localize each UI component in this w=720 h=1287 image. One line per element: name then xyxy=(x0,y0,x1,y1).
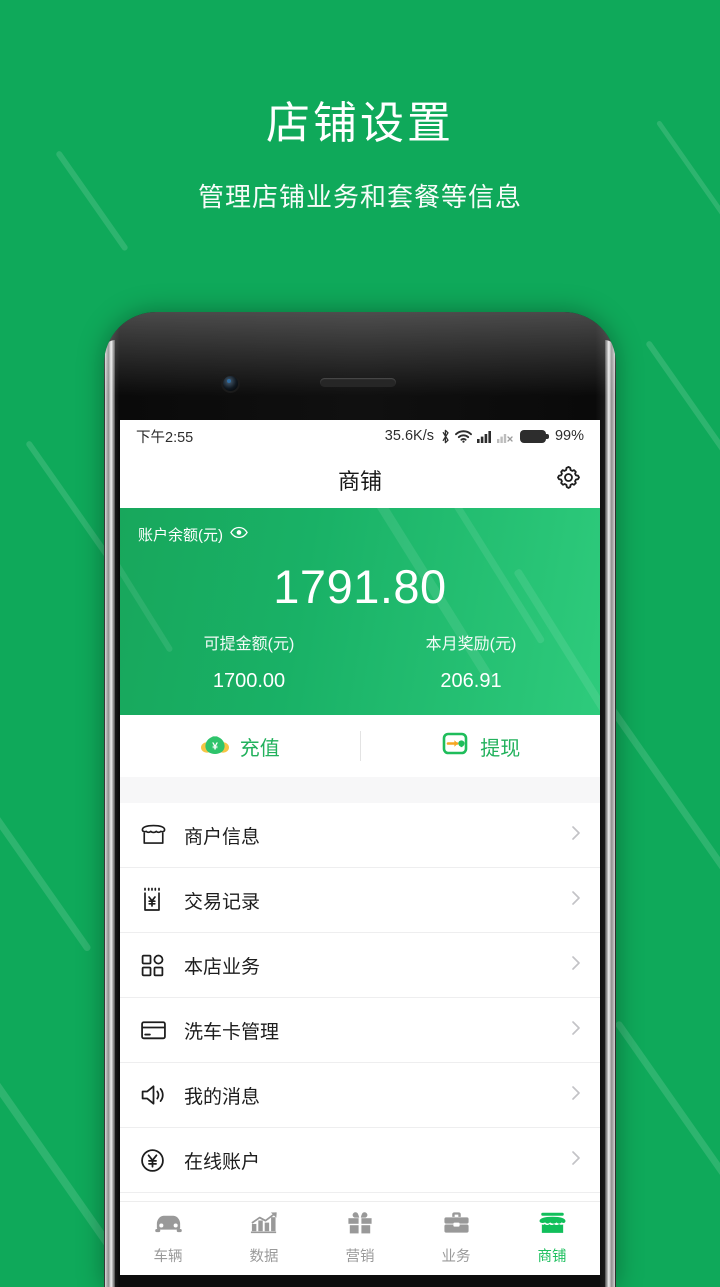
svg-text:¥: ¥ xyxy=(212,740,218,752)
tab-data[interactable]: 数据 xyxy=(216,1211,312,1266)
signal-icon xyxy=(476,430,492,443)
status-time: 下午2:55 xyxy=(136,429,194,446)
tab-label: 车辆 xyxy=(153,1249,183,1265)
monthly-reward-label: 本月奖励(元) xyxy=(425,636,517,653)
menu-label: 在线账户 xyxy=(184,1151,261,1173)
battery-percent: 99% xyxy=(554,428,584,444)
speaker-icon xyxy=(140,1083,170,1107)
gear-icon[interactable] xyxy=(555,464,582,496)
tab-shop[interactable]: 商铺 xyxy=(504,1211,600,1266)
chevron-right-icon xyxy=(570,1148,582,1173)
money-bag-icon: ¥ xyxy=(200,730,230,762)
recharge-label: 充值 xyxy=(239,737,280,760)
phone-bezel-left xyxy=(105,340,115,1287)
menu-item-online-account[interactable]: 在线账户 xyxy=(120,1128,600,1193)
recharge-button[interactable]: ¥ 充值 xyxy=(120,715,360,777)
front-camera-icon xyxy=(223,376,238,391)
hero-title: 店铺设置 xyxy=(266,99,454,148)
bottom-tab-bar: 车辆 数据 营销 业务 商铺 xyxy=(120,1201,600,1275)
briefcase-icon xyxy=(442,1211,471,1240)
chart-icon xyxy=(249,1211,280,1240)
chevron-right-icon xyxy=(570,953,582,978)
balance-header: 账户余额(元) xyxy=(138,524,582,545)
balance-amount: 1791.80 xyxy=(273,560,447,613)
menu-label: 交易记录 xyxy=(184,891,261,913)
monthly-reward-value: 206.91 xyxy=(440,670,502,692)
menu-item-transaction-records[interactable]: 交易记录 xyxy=(120,868,600,933)
car-icon xyxy=(153,1211,184,1240)
card-icon xyxy=(140,1019,170,1041)
network-speed-text: 35.6K/s xyxy=(384,428,434,444)
chevron-right-icon xyxy=(570,823,582,848)
grid-icon xyxy=(140,953,170,978)
eye-icon[interactable] xyxy=(230,526,248,543)
withdrawable-value: 1700.00 xyxy=(212,670,286,692)
page-title: 商铺 xyxy=(337,469,382,494)
signal-off-icon xyxy=(496,430,513,443)
battery-icon xyxy=(519,429,549,443)
app-bar: 商铺 xyxy=(120,452,600,508)
tab-label: 营销 xyxy=(345,1249,375,1265)
hero-text-block: 店铺设置 管理店铺业务和套餐等信息 xyxy=(0,96,720,214)
phone-bottom-chin xyxy=(120,1275,600,1287)
tab-business[interactable]: 业务 xyxy=(408,1211,504,1266)
section-gap xyxy=(120,777,600,803)
balance-label: 账户余额(元) xyxy=(138,527,223,544)
shop-icon xyxy=(140,823,170,847)
menu-item-store-business[interactable]: 本店业务 xyxy=(120,933,600,998)
chevron-right-icon xyxy=(570,1018,582,1043)
wallet-withdraw-icon xyxy=(440,730,470,762)
menu-label: 本店业务 xyxy=(184,956,261,978)
menu-item-wash-card-management[interactable]: 洗车卡管理 xyxy=(120,998,600,1063)
withdrawable-label: 可提金额(元) xyxy=(203,636,295,653)
bluetooth-icon xyxy=(441,429,450,444)
action-row: ¥ 充值 提现 xyxy=(120,715,600,777)
chevron-right-icon xyxy=(570,888,582,913)
balance-card: 账户余额(元) 1791.80 可提金额(元) 1700.00 本月奖励(元) … xyxy=(120,508,600,715)
phone-gloss xyxy=(104,312,616,432)
phone-screen: 下午2:55 35.6K/s 99% 商铺 账户余额(元) 1791.80 可提… xyxy=(120,420,600,1275)
tab-label: 业务 xyxy=(441,1249,471,1265)
wifi-icon xyxy=(455,429,472,443)
status-bar: 下午2:55 35.6K/s 99% xyxy=(120,420,600,452)
tab-vehicles[interactable]: 车辆 xyxy=(120,1211,216,1266)
yen-circle-icon xyxy=(140,1148,170,1173)
shop-icon xyxy=(537,1211,568,1240)
balance-column-monthly-reward: 本月奖励(元) 206.91 xyxy=(360,630,582,693)
tab-label: 数据 xyxy=(249,1249,279,1265)
balance-column-withdrawable: 可提金额(元) 1700.00 xyxy=(138,630,360,693)
chevron-right-icon xyxy=(570,1083,582,1108)
balance-columns: 可提金额(元) 1700.00 本月奖励(元) 206.91 xyxy=(138,630,582,693)
menu-item-my-messages[interactable]: 我的消息 xyxy=(120,1063,600,1128)
receipt-yen-icon xyxy=(140,887,170,913)
earpiece-speaker xyxy=(320,378,396,387)
phone-bezel-right xyxy=(605,340,615,1287)
tab-label: 商铺 xyxy=(537,1249,567,1265)
menu-list: 商户信息 交易记录 本店业务 洗车卡管理 我的消息 在线账户 xyxy=(120,803,600,1193)
tab-marketing[interactable]: 营销 xyxy=(312,1211,408,1266)
menu-label: 商户信息 xyxy=(184,826,261,848)
menu-label: 洗车卡管理 xyxy=(184,1021,280,1043)
withdraw-button[interactable]: 提现 xyxy=(361,715,601,777)
hero-subtitle: 管理店铺业务和套餐等信息 xyxy=(197,182,522,212)
phone-mockup: 下午2:55 35.6K/s 99% 商铺 账户余额(元) 1791.80 可提… xyxy=(104,312,616,1287)
withdraw-label: 提现 xyxy=(480,737,521,760)
gift-icon xyxy=(346,1211,374,1240)
menu-item-merchant-info[interactable]: 商户信息 xyxy=(120,803,600,868)
menu-label: 我的消息 xyxy=(184,1086,261,1108)
